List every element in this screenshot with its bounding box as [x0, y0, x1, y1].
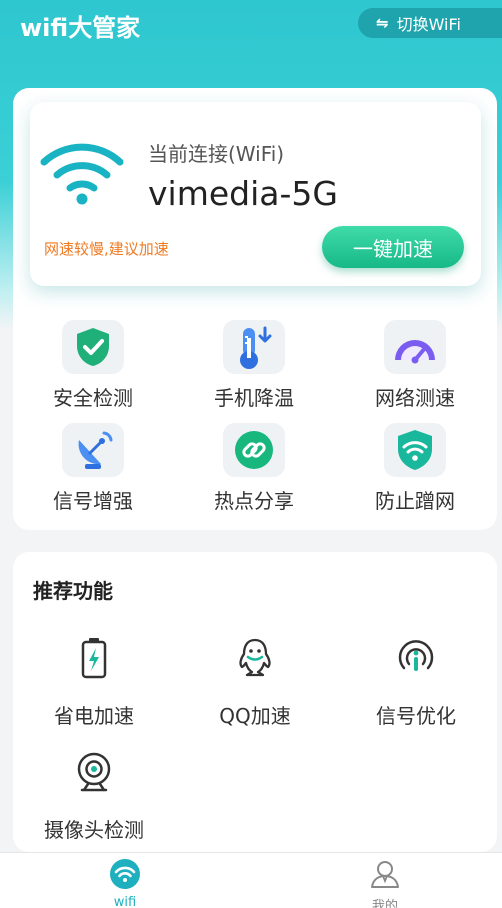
tool-anti-leech[interactable]: 防止蹭网 [350, 423, 480, 519]
recommend-label: QQ加速 [219, 704, 291, 728]
connection-ssid: vimedia-5G [148, 174, 338, 213]
tool-hotspot-share[interactable]: 热点分享 [189, 423, 319, 519]
tool-security-check[interactable]: 安全检测 [28, 320, 158, 416]
recommend-label: 信号优化 [376, 704, 456, 728]
battery-bolt-icon [24, 636, 164, 680]
switch-wifi-button[interactable]: ⇋ 切换WiFi [358, 8, 502, 38]
bottom-nav: wifi 我的 [0, 852, 502, 908]
top-bar: wifi大管家 ⇋ 切换WiFi [0, 0, 502, 50]
tool-label: 手机降温 [214, 386, 294, 410]
tool-label: 信号增强 [53, 489, 133, 513]
wifi-shield-icon [384, 423, 446, 477]
nav-item-wifi[interactable]: wifi [85, 859, 165, 908]
connection-card: 当前连接(WiFi) vimedia-5G 网速较慢,建议加速 一键加速 [30, 102, 481, 286]
qq-penguin-icon [185, 636, 325, 680]
link-icon [223, 423, 285, 477]
recommend-title: 推荐功能 [33, 579, 113, 603]
signal-icon [346, 636, 486, 680]
boost-button[interactable]: 一键加速 [322, 226, 464, 268]
recommend-label: 摄像头检测 [44, 818, 144, 842]
tool-signal-boost[interactable]: 信号增强 [28, 423, 158, 519]
app-title: wifi大管家 [20, 14, 141, 42]
speedometer-icon [384, 320, 446, 374]
tool-label: 热点分享 [214, 489, 294, 513]
swap-arrows-icon: ⇋ [376, 14, 389, 32]
nav-label: wifi [113, 895, 137, 908]
recommend-signal-optimize[interactable]: 信号优化 [346, 636, 486, 729]
wifi-icon [40, 143, 124, 205]
recommend-battery-boost[interactable]: 省电加速 [24, 636, 164, 729]
nav-label: 我的 [371, 899, 398, 908]
tool-label: 网络测速 [375, 386, 455, 410]
connection-label: 当前连接(WiFi) [148, 142, 285, 166]
tool-label: 防止蹭网 [375, 489, 455, 513]
camera-icon [24, 750, 164, 794]
recommend-label: 省电加速 [54, 704, 134, 728]
tool-label: 安全检测 [53, 386, 133, 410]
tool-speed-test[interactable]: 网络测速 [350, 320, 480, 416]
recommend-qq-boost[interactable]: QQ加速 [185, 636, 325, 729]
recommend-camera-detect[interactable]: 摄像头检测 [24, 750, 164, 843]
speed-tip: 网速较慢,建议加速 [44, 240, 169, 258]
nav-item-mine[interactable]: 我的 [345, 859, 425, 908]
wifi-icon [110, 859, 140, 889]
user-icon [371, 861, 399, 888]
thermometer-icon [223, 320, 285, 374]
shield-check-icon [62, 320, 124, 374]
tool-phone-cooling[interactable]: 手机降温 [189, 320, 319, 416]
satellite-dish-icon [62, 423, 124, 477]
switch-wifi-label: 切换WiFi [396, 15, 461, 34]
